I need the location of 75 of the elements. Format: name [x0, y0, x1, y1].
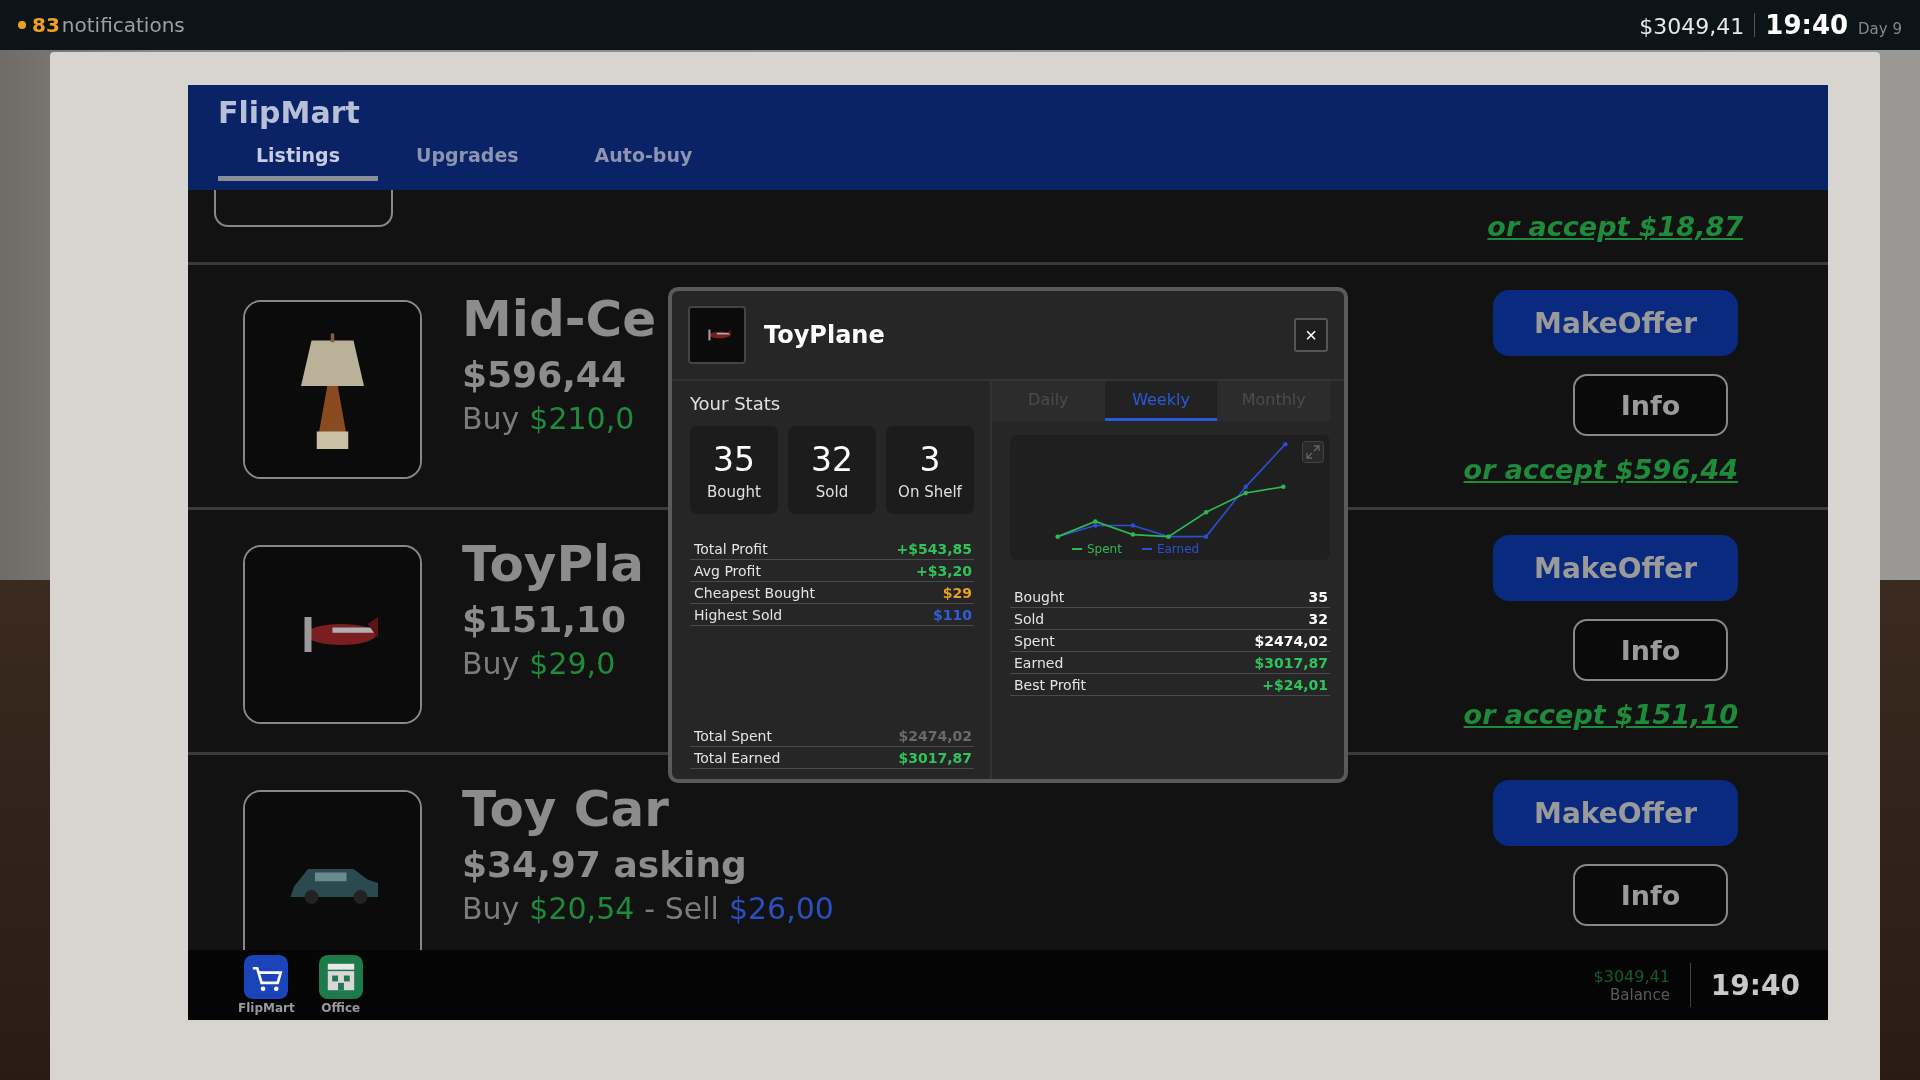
stat-label: Total Spent	[694, 728, 772, 744]
stat-label: Sold	[1014, 611, 1045, 627]
tab[interactable]: Weekly	[1104, 381, 1218, 421]
notification-count[interactable]: 83	[32, 13, 60, 37]
price-label: Buy	[462, 401, 520, 436]
stat-value: +$24,01	[1262, 677, 1328, 693]
stat-value: 32	[811, 439, 853, 479]
item-title: Toy Car	[462, 780, 669, 838]
tab[interactable]: Upgrades	[377, 144, 557, 181]
make-offer-button[interactable]: MakeOffer	[1493, 780, 1738, 846]
info-button[interactable]: Info	[1573, 864, 1728, 926]
asking-price: $34,97 asking	[462, 844, 747, 885]
expand-icon	[1302, 441, 1324, 463]
stat-value: $3017,87	[898, 750, 972, 766]
item-title: ToyPla	[462, 535, 644, 593]
accept-link[interactable]: or accept $151,10	[1463, 699, 1738, 730]
price-label: Buy	[462, 891, 520, 926]
stat-label: Best Profit	[1014, 677, 1086, 693]
building-icon[interactable]	[318, 955, 363, 999]
stat-value: $2474,02	[898, 728, 972, 744]
stat-value: $3017,87	[1254, 655, 1328, 671]
make-offer-button[interactable]: MakeOffer	[1493, 535, 1738, 601]
stat-label: Total Earned	[694, 750, 781, 766]
app-label[interactable]: FlipMart	[238, 1001, 295, 1015]
asking-price: $151,10	[462, 599, 626, 640]
stat-label: Total Profit	[694, 541, 768, 557]
stat-value: $29	[942, 585, 972, 601]
cart-icon[interactable]	[244, 955, 289, 999]
item-title: Mid-Ce	[462, 290, 657, 348]
clock-time: 19:40	[1710, 968, 1800, 1002]
price-label: - Sell	[644, 891, 719, 926]
stat-value: $110	[933, 607, 972, 623]
balance-label: Balance	[1610, 985, 1670, 1004]
tab[interactable]: Listings	[218, 144, 378, 181]
stat-value: 35	[1308, 589, 1328, 605]
stat-label: Highest Sold	[694, 607, 783, 623]
app-title: FlipMart	[218, 95, 361, 130]
stat-value: $2474,02	[1254, 633, 1328, 649]
notifications-label[interactable]: notifications	[61, 13, 185, 37]
stat-label: Avg Profit	[694, 563, 761, 579]
clock-time: 19:40	[1765, 10, 1849, 40]
balance-text: $3049,41	[1639, 14, 1745, 39]
stat-label: Earned	[1014, 655, 1064, 671]
close-button[interactable]: ×	[1294, 318, 1328, 352]
buy-price: $210,0	[529, 401, 635, 436]
stat-value: +$3,20	[916, 563, 972, 579]
balance-text: $3049,41	[1593, 966, 1670, 986]
info-button[interactable]: Info	[1573, 374, 1728, 436]
app-label[interactable]: Office	[321, 1001, 361, 1015]
dialog-title: ToyPlane	[764, 321, 886, 349]
buy-price: $20,54	[529, 891, 635, 926]
stat-label: Bought	[1014, 589, 1065, 605]
asking-price: $596,44	[462, 354, 626, 395]
accept-link[interactable]: or accept $596,44	[1463, 454, 1738, 485]
stat-value: +$543,85	[896, 541, 972, 557]
day-label: Day 9	[1858, 20, 1902, 38]
buy-price: $29,0	[529, 646, 616, 681]
accept-link[interactable]: or accept $18,87	[1487, 211, 1743, 242]
stat-value: 32	[1308, 611, 1328, 627]
make-offer-button[interactable]: MakeOffer	[1493, 290, 1738, 356]
stat-value: 35	[713, 439, 755, 479]
info-button[interactable]: Info	[1573, 619, 1728, 681]
sell-price: $26,00	[728, 891, 834, 926]
section-heading: Your Stats	[690, 393, 782, 414]
stat-label: Cheapest Bought	[694, 585, 815, 601]
legend-item: Earned	[1141, 542, 1200, 556]
stat-value: 3	[919, 439, 941, 479]
tab[interactable]: Auto-buy	[556, 144, 731, 181]
legend-item: Spent	[1072, 542, 1122, 556]
stat-label: Sold	[815, 482, 849, 501]
stat-label: Bought	[707, 482, 761, 501]
price-label: Buy	[462, 646, 520, 681]
stat-label: Spent	[1014, 633, 1055, 649]
stat-label: On Shelf	[898, 482, 962, 501]
notification-dot-icon	[18, 21, 26, 29]
